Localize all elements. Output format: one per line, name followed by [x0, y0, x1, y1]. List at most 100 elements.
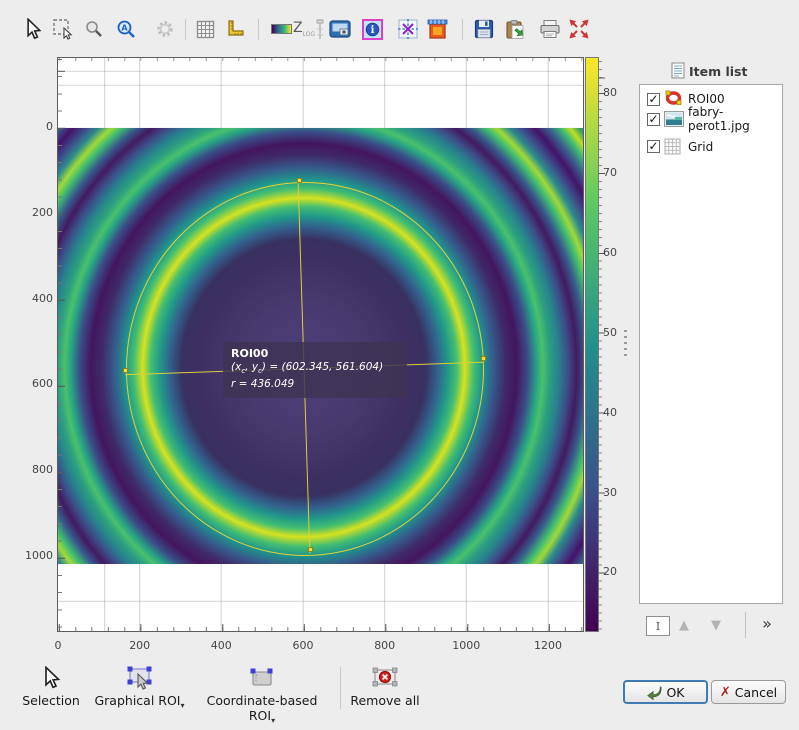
selection-tool-button[interactable]: Selection	[14, 666, 88, 708]
dropdown-arrow-icon: ▾	[271, 716, 275, 725]
colormap-icon	[271, 24, 292, 34]
roi-handle-right[interactable]	[481, 356, 486, 361]
pointer-tool-button[interactable]	[21, 17, 45, 41]
item-list-icon	[671, 62, 685, 79]
fit-to-window-button[interactable]	[567, 17, 591, 41]
clipboard-icon	[505, 19, 525, 40]
roi-annotation-label[interactable]: ROI00 (xc, yc) = (602.345, 561.604) r = …	[223, 342, 407, 398]
svg-text:A: A	[121, 24, 128, 33]
zlog-icon: ZLOG	[293, 20, 315, 38]
grid-item-icon	[664, 138, 681, 155]
move-item-down-button[interactable]: ▼	[704, 616, 728, 634]
roi-dialog-window: A ZLOG	[0, 0, 799, 730]
colorbar-tick-label: 20	[603, 565, 629, 578]
y-tick-label: 1000	[20, 549, 53, 562]
coordinate-roi-icon	[248, 666, 276, 690]
contrast-adjustment-button[interactable]: i	[360, 17, 384, 41]
move-item-up-button[interactable]: ▲	[672, 616, 696, 634]
plot-canvas[interactable]: ROI00 (xc, yc) = (602.345, 561.604) r = …	[57, 57, 584, 632]
average-cross-section-icon	[426, 18, 448, 40]
autoscale-zoom-button[interactable]: A	[114, 17, 138, 41]
roi-handle-bottom[interactable]	[308, 547, 313, 552]
print-icon	[539, 19, 561, 39]
zlog-scale-button[interactable]: ZLOG	[292, 17, 326, 41]
cancel-button[interactable]: ✗ Cancel	[711, 680, 786, 704]
settings-gear-button[interactable]	[153, 17, 177, 41]
average-cross-section-button[interactable]	[425, 17, 449, 41]
x-tick-label: 1200	[534, 639, 562, 652]
roi-handle-top[interactable]	[297, 178, 302, 183]
toolbar-separator	[258, 19, 259, 40]
panel-separator	[745, 612, 746, 638]
x-tick-label: 600	[293, 639, 314, 652]
remove-all-button[interactable]: Remove all	[345, 666, 425, 708]
gear-icon	[155, 19, 175, 39]
y-tick-label: 200	[20, 206, 53, 219]
grid-icon	[196, 20, 215, 39]
cross-section-icon	[397, 18, 419, 40]
roi-handle-left[interactable]	[123, 368, 128, 373]
item-label-roi00[interactable]: ROI00	[688, 92, 725, 106]
copy-clipboard-button[interactable]	[503, 17, 527, 41]
colorbar-tick-label: 60	[603, 246, 629, 259]
slider-icon	[315, 17, 325, 41]
item-parameters-button[interactable]: I	[646, 616, 670, 636]
magnifier-icon	[84, 19, 104, 39]
item-checkbox-roi00[interactable]: ✓	[647, 93, 660, 106]
x-tick-label: 400	[211, 639, 232, 652]
panel-splitter-handle[interactable]	[624, 330, 627, 356]
colorbar-major-ticks	[599, 57, 605, 632]
save-icon	[474, 19, 494, 39]
item-label-grid[interactable]: Grid	[688, 140, 713, 154]
coordinate-roi-button[interactable]: Coordinate-based ROI▾	[192, 666, 332, 725]
save-button[interactable]	[472, 17, 496, 41]
snapshot-icon	[329, 19, 351, 39]
panel-menu-expander[interactable]: »	[755, 611, 779, 635]
item-list-title: Item list	[689, 64, 747, 79]
graphical-roi-icon	[126, 666, 154, 690]
toolbar-separator	[462, 19, 463, 40]
top-axis-minor-ticks	[58, 58, 583, 61]
y-axis-major-ticks	[58, 58, 65, 631]
roi-annotation-center: (xc, yc) = (602.345, 561.604)	[231, 361, 399, 379]
colorbar-tick-label: 70	[603, 166, 629, 179]
colorbar-tick-label: 30	[603, 486, 629, 499]
rectangle-select-icon	[52, 18, 74, 40]
pointer-icon	[23, 18, 43, 40]
item-label-image[interactable]: fabry-perot1.jpg	[688, 105, 760, 133]
graphical-roi-button[interactable]: Graphical ROI▾	[92, 666, 187, 710]
roi-annotation-title: ROI00	[231, 347, 399, 361]
x-tick-label: 1000	[452, 639, 480, 652]
ok-button[interactable]: OK	[623, 680, 708, 704]
contrast-icon: i	[362, 19, 383, 40]
item-list[interactable]: ✓ ROI00 ✓ fabry-perot1.jpg ✓ Grid	[639, 84, 783, 604]
snapshot-button[interactable]	[328, 17, 352, 41]
magnifier-a-icon: A	[116, 19, 136, 39]
axes-ruler-button[interactable]	[223, 17, 247, 41]
x-tick-label: 200	[129, 639, 150, 652]
cross-section-button[interactable]	[396, 17, 420, 41]
item-checkbox-image[interactable]: ✓	[647, 113, 660, 126]
ruler-icon	[225, 19, 245, 39]
y-tick-label: 800	[20, 463, 53, 476]
grid-toggle-button[interactable]	[193, 17, 217, 41]
item-checkbox-grid[interactable]: ✓	[647, 140, 660, 153]
rectangle-select-tool-button[interactable]	[51, 17, 75, 41]
dropdown-arrow-icon: ▾	[181, 701, 185, 710]
y-tick-label: 0	[20, 120, 53, 133]
remove-all-icon	[371, 666, 399, 690]
colorbar-tick-label: 40	[603, 406, 629, 419]
image-item-icon	[664, 111, 684, 127]
zoom-tool-button[interactable]	[82, 17, 106, 41]
y-tick-label: 600	[20, 377, 53, 390]
roi-item-icon	[664, 90, 683, 106]
toolbar-separator	[185, 19, 186, 40]
print-button[interactable]	[538, 17, 562, 41]
colorbar[interactable]	[585, 57, 599, 632]
x-tick-label: 800	[374, 639, 395, 652]
ok-arrow-icon	[646, 685, 662, 700]
footer-separator	[340, 667, 341, 709]
svg-text:i: i	[370, 25, 374, 36]
roi-annotation-radius: r = 436.049	[231, 378, 399, 392]
colormap-button[interactable]	[269, 17, 293, 41]
